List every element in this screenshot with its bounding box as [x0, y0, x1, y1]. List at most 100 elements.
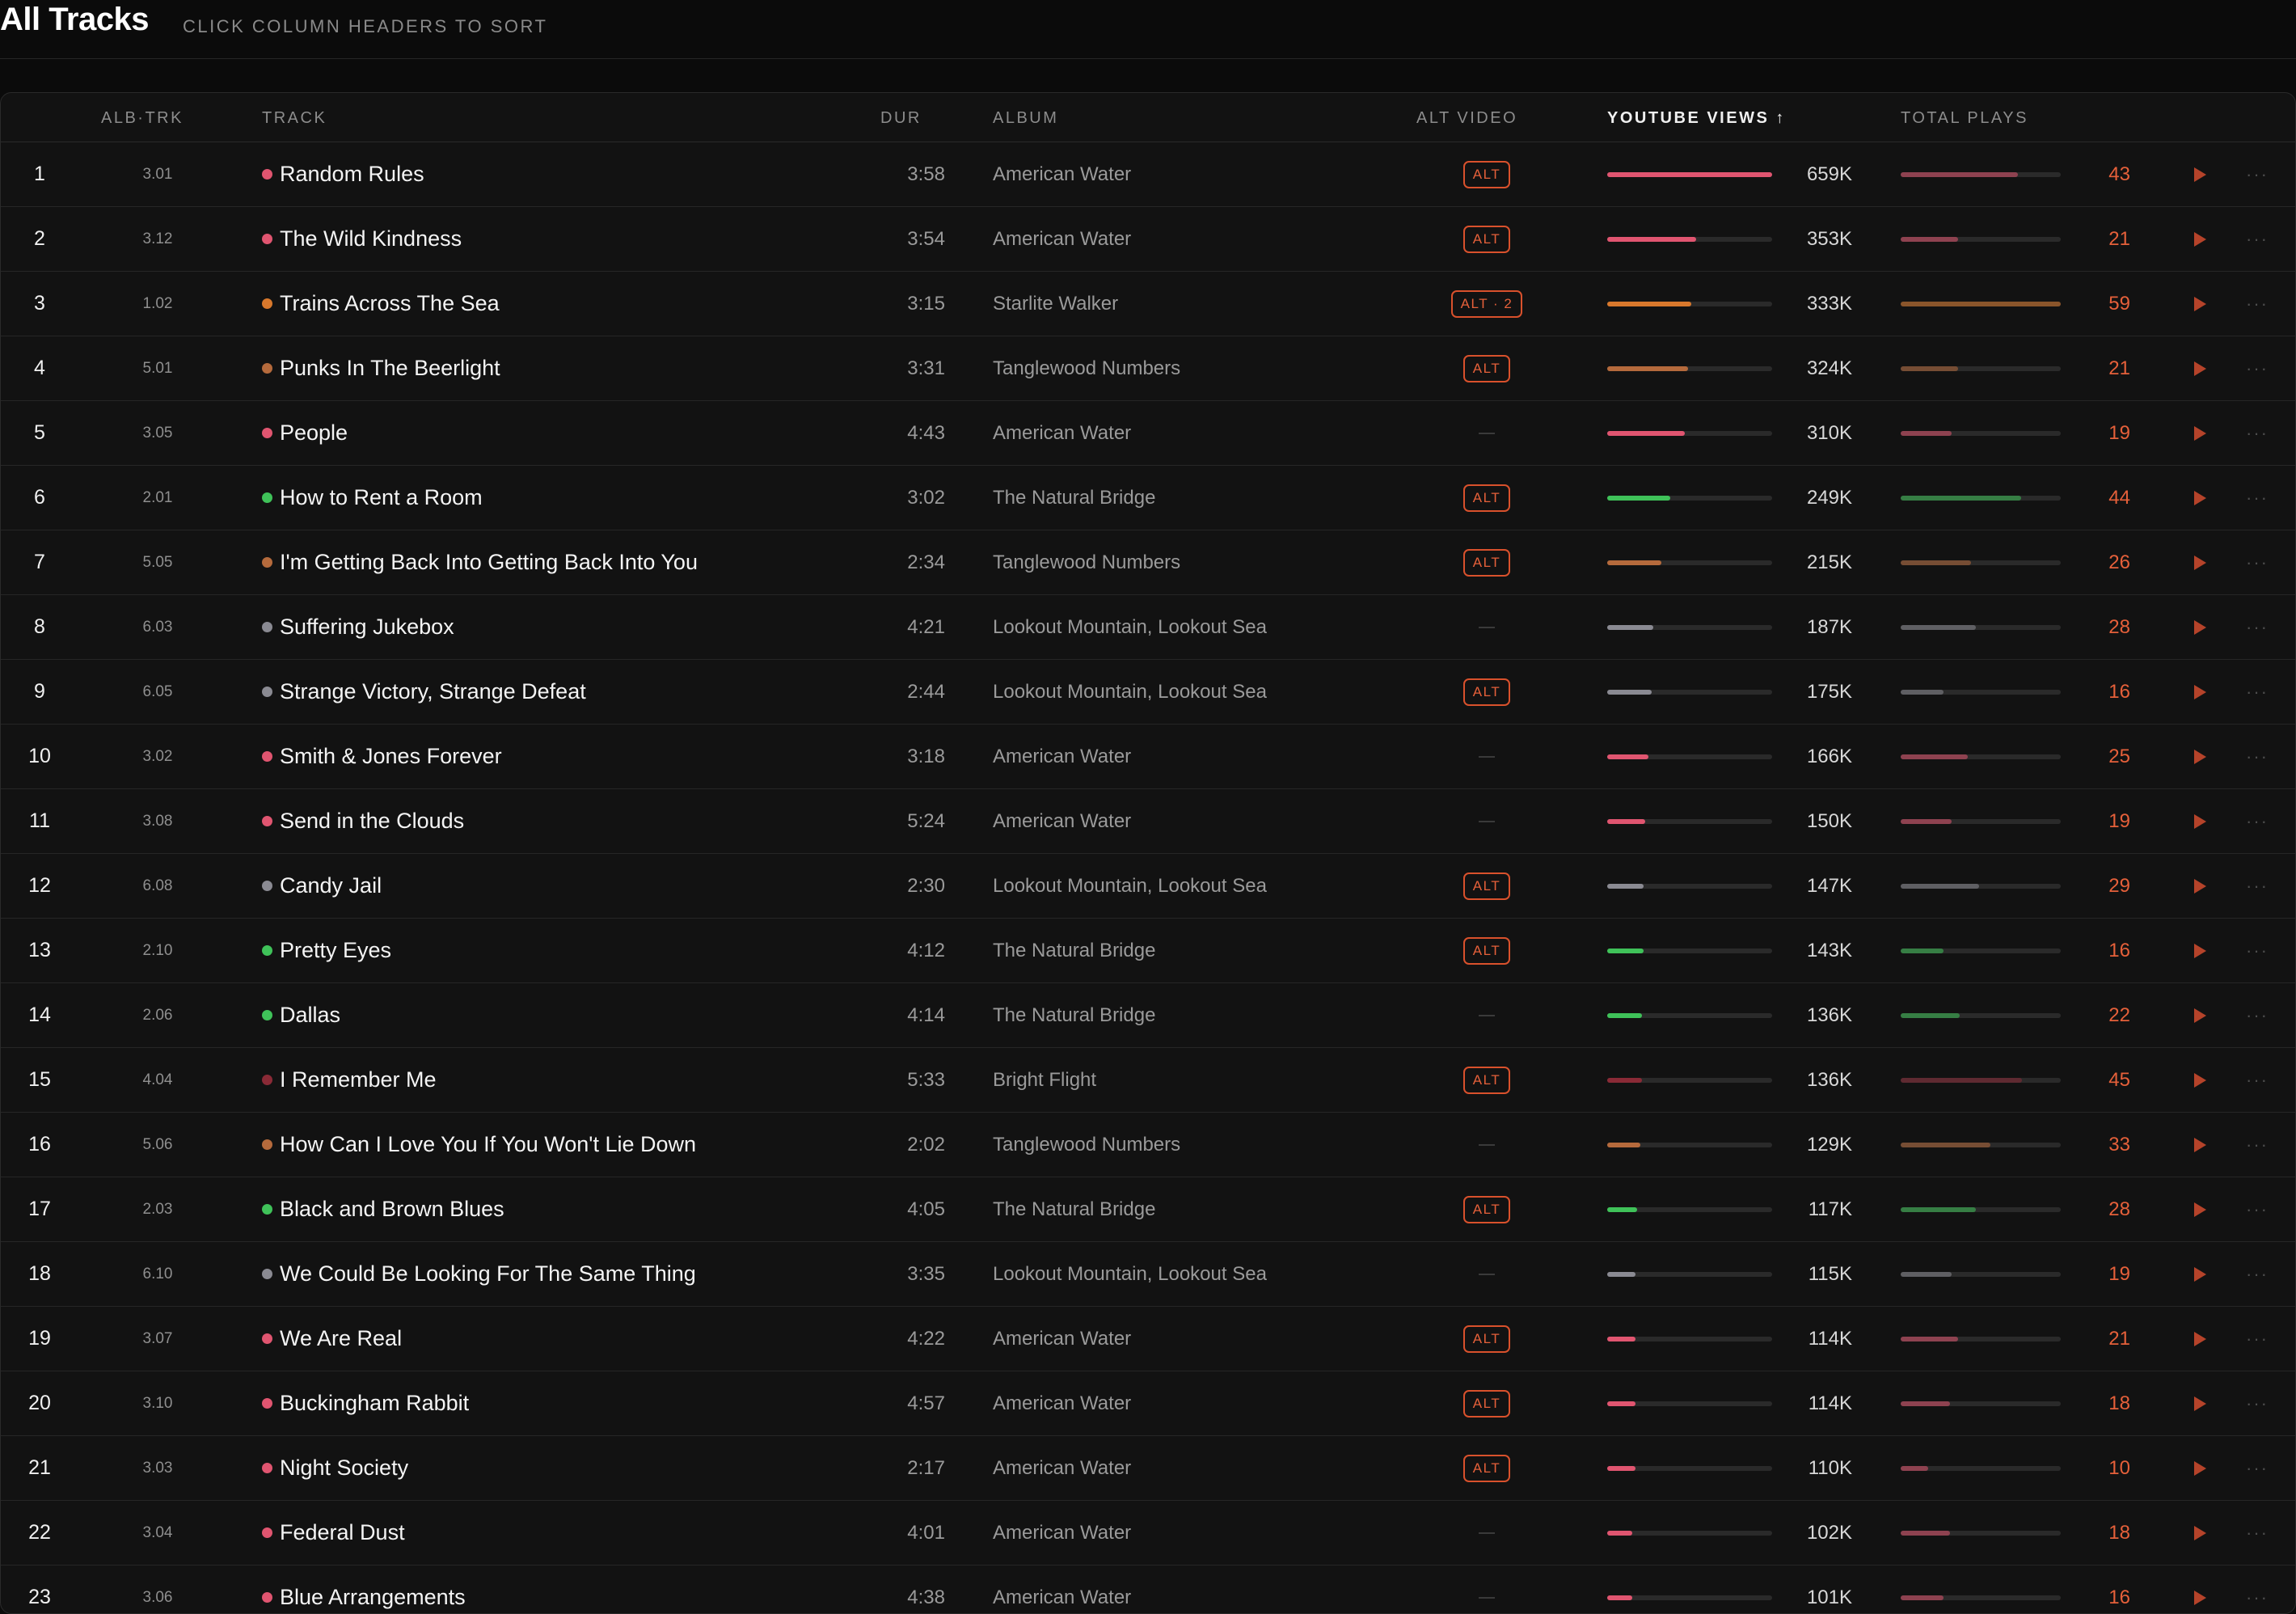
- track-album[interactable]: Lookout Mountain, Lookout Sea: [993, 660, 1413, 724]
- track-album[interactable]: Tanglewood Numbers: [993, 530, 1413, 594]
- track-title[interactable]: Trains Across The Sea: [280, 291, 500, 316]
- track-title-cell[interactable]: I'm Getting Back Into Getting Back Into …: [262, 530, 876, 594]
- track-album[interactable]: American Water: [993, 789, 1413, 853]
- track-title[interactable]: Random Rules: [280, 162, 424, 187]
- track-album[interactable]: American Water: [993, 1371, 1413, 1435]
- track-album[interactable]: Lookout Mountain, Lookout Sea: [993, 854, 1413, 918]
- track-title[interactable]: Send in the Clouds: [280, 809, 464, 834]
- more-options-button[interactable]: ···: [2243, 1113, 2271, 1177]
- track-title-cell[interactable]: We Could Be Looking For The Same Thing: [262, 1242, 876, 1306]
- track-album[interactable]: Lookout Mountain, Lookout Sea: [993, 595, 1413, 659]
- more-options-button[interactable]: ···: [2243, 1501, 2271, 1565]
- track-album[interactable]: The Natural Bridge: [993, 466, 1413, 530]
- table-row[interactable]: 13 2.10 Pretty Eyes 4:12 The Natural Bri…: [1, 919, 2295, 983]
- track-title[interactable]: Punks In The Beerlight: [280, 356, 500, 381]
- play-button[interactable]: [2188, 1436, 2211, 1500]
- more-options-button[interactable]: ···: [2243, 401, 2271, 465]
- play-button[interactable]: [2188, 1501, 2211, 1565]
- track-album[interactable]: Lookout Mountain, Lookout Sea: [993, 1242, 1413, 1306]
- table-row[interactable]: 7 5.05 I'm Getting Back Into Getting Bac…: [1, 530, 2295, 595]
- table-row[interactable]: 23 3.06 Blue Arrangements 4:38 American …: [1, 1565, 2295, 1613]
- column-header-alb-trk[interactable]: ALB·TRK: [101, 109, 184, 128]
- play-button[interactable]: [2188, 1113, 2211, 1177]
- play-button[interactable]: [2188, 854, 2211, 918]
- more-options-button[interactable]: ···: [2243, 530, 2271, 594]
- more-options-button[interactable]: ···: [2243, 1048, 2271, 1112]
- play-button[interactable]: [2188, 272, 2211, 336]
- more-options-button[interactable]: ···: [2243, 207, 2271, 271]
- table-row[interactable]: 5 3.05 People 4:43 American Water 310K 1…: [1, 401, 2295, 466]
- track-title[interactable]: Federal Dust: [280, 1520, 405, 1545]
- table-row[interactable]: 20 3.10 Buckingham Rabbit 4:57 American …: [1, 1371, 2295, 1436]
- track-title[interactable]: How Can I Love You If You Won't Lie Down: [280, 1132, 696, 1157]
- track-album[interactable]: Tanglewood Numbers: [993, 336, 1413, 400]
- more-options-button[interactable]: ···: [2243, 1371, 2271, 1435]
- alt-video-badge[interactable]: ALT · 2: [1450, 289, 1523, 318]
- table-row[interactable]: 2 3.12 The Wild Kindness 3:54 American W…: [1, 207, 2295, 272]
- track-title-cell[interactable]: Suffering Jukebox: [262, 595, 876, 659]
- play-button[interactable]: [2188, 660, 2211, 724]
- more-options-button[interactable]: ···: [2243, 983, 2271, 1047]
- alt-video-badge[interactable]: ALT: [1462, 225, 1511, 253]
- table-row[interactable]: 17 2.03 Black and Brown Blues 4:05 The N…: [1, 1177, 2295, 1242]
- track-title[interactable]: Buckingham Rabbit: [280, 1391, 469, 1416]
- play-button[interactable]: [2188, 1371, 2211, 1435]
- more-options-button[interactable]: ···: [2243, 1307, 2271, 1371]
- more-options-button[interactable]: ···: [2243, 142, 2271, 206]
- more-options-button[interactable]: ···: [2243, 272, 2271, 336]
- track-title[interactable]: Black and Brown Blues: [280, 1197, 504, 1222]
- track-album[interactable]: American Water: [993, 1436, 1413, 1500]
- track-title[interactable]: Blue Arrangements: [280, 1585, 466, 1610]
- track-title-cell[interactable]: Strange Victory, Strange Defeat: [262, 660, 876, 724]
- track-title[interactable]: The Wild Kindness: [280, 226, 462, 251]
- column-header-total-plays[interactable]: TOTAL PLAYS: [1901, 109, 2028, 128]
- track-album[interactable]: American Water: [993, 142, 1413, 206]
- track-album[interactable]: American Water: [993, 401, 1413, 465]
- play-button[interactable]: [2188, 142, 2211, 206]
- alt-video-badge[interactable]: ALT: [1462, 936, 1511, 965]
- track-title[interactable]: Night Society: [280, 1456, 408, 1481]
- column-header-youtube-views[interactable]: YOUTUBE VIEWS ↑: [1607, 109, 1786, 128]
- track-album[interactable]: American Water: [993, 207, 1413, 271]
- track-title-cell[interactable]: Punks In The Beerlight: [262, 336, 876, 400]
- play-button[interactable]: [2188, 1565, 2211, 1613]
- table-row[interactable]: 4 5.01 Punks In The Beerlight 3:31 Tangl…: [1, 336, 2295, 401]
- table-row[interactable]: 1 3.01 Random Rules 3:58 American Water …: [1, 142, 2295, 207]
- track-title[interactable]: Pretty Eyes: [280, 938, 391, 963]
- play-button[interactable]: [2188, 595, 2211, 659]
- more-options-button[interactable]: ···: [2243, 336, 2271, 400]
- play-button[interactable]: [2188, 1048, 2211, 1112]
- table-row[interactable]: 21 3.03 Night Society 2:17 American Wate…: [1, 1436, 2295, 1501]
- column-header-alt-video[interactable]: ALT VIDEO: [1416, 109, 1517, 128]
- track-title-cell[interactable]: People: [262, 401, 876, 465]
- column-header-dur[interactable]: DUR: [880, 109, 922, 128]
- track-album[interactable]: American Water: [993, 1501, 1413, 1565]
- play-button[interactable]: [2188, 725, 2211, 788]
- table-row[interactable]: 12 6.08 Candy Jail 2:30 Lookout Mountain…: [1, 854, 2295, 919]
- track-title[interactable]: I Remember Me: [280, 1067, 437, 1092]
- track-title-cell[interactable]: Federal Dust: [262, 1501, 876, 1565]
- track-title[interactable]: I'm Getting Back Into Getting Back Into …: [280, 550, 698, 575]
- alt-video-badge[interactable]: ALT: [1462, 1454, 1511, 1482]
- more-options-button[interactable]: ···: [2243, 1177, 2271, 1241]
- more-options-button[interactable]: ···: [2243, 919, 2271, 982]
- play-button[interactable]: [2188, 983, 2211, 1047]
- track-title[interactable]: Smith & Jones Forever: [280, 744, 502, 769]
- column-header-track[interactable]: TRACK: [262, 109, 327, 128]
- track-album[interactable]: The Natural Bridge: [993, 919, 1413, 982]
- more-options-button[interactable]: ···: [2243, 595, 2271, 659]
- table-row[interactable]: 11 3.08 Send in the Clouds 5:24 American…: [1, 789, 2295, 854]
- track-album[interactable]: American Water: [993, 725, 1413, 788]
- play-button[interactable]: [2188, 401, 2211, 465]
- table-row[interactable]: 6 2.01 How to Rent a Room 3:02 The Natur…: [1, 466, 2295, 530]
- table-row[interactable]: 14 2.06 Dallas 4:14 The Natural Bridge 1…: [1, 983, 2295, 1048]
- track-title-cell[interactable]: Candy Jail: [262, 854, 876, 918]
- table-row[interactable]: 8 6.03 Suffering Jukebox 4:21 Lookout Mo…: [1, 595, 2295, 660]
- more-options-button[interactable]: ···: [2243, 1565, 2271, 1613]
- more-options-button[interactable]: ···: [2243, 660, 2271, 724]
- track-album[interactable]: Bright Flight: [993, 1048, 1413, 1112]
- track-title-cell[interactable]: Night Society: [262, 1436, 876, 1500]
- play-button[interactable]: [2188, 789, 2211, 853]
- table-row[interactable]: 18 6.10 We Could Be Looking For The Same…: [1, 1242, 2295, 1307]
- play-button[interactable]: [2188, 919, 2211, 982]
